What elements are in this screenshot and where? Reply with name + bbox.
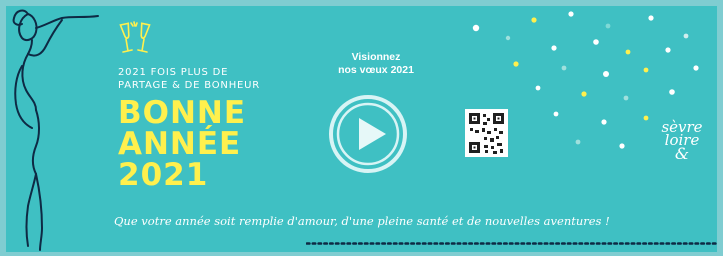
watch-label: Visionnez nos vœux 2021 — [311, 51, 441, 77]
logo-line-3: & — [674, 144, 690, 163]
headline-line-2: ANNÉE — [118, 126, 242, 162]
dotted-divider — [306, 242, 717, 245]
play-button[interactable] — [328, 94, 408, 174]
champagne-glasses-icon — [119, 21, 151, 53]
tagline-line-1: 2021 FOIS PLUS DE — [118, 67, 229, 78]
greeting-banner: 2021 FOIS PLUS DE PARTAGE & DE BONHEUR B… — [6, 6, 717, 252]
watch-label-line-2: nos vœux 2021 — [338, 64, 414, 76]
tagline-line-2: PARTAGE & DE BONHEUR — [118, 80, 261, 91]
tagline: 2021 FOIS PLUS DE PARTAGE & DE BONHEUR — [118, 66, 260, 92]
headline: BONNE ANNÉE 2021 — [118, 98, 246, 191]
lady-silhouette-icon — [12, 9, 99, 251]
banner-frame: 2021 FOIS PLUS DE PARTAGE & DE BONHEUR B… — [0, 0, 723, 256]
brand-logo: sèvre loire & — [656, 120, 708, 163]
watch-label-line-1: Visionnez — [351, 51, 401, 63]
play-icon — [359, 118, 386, 150]
new-year-wish: Que votre année soit remplie d'amour, d'… — [114, 214, 610, 228]
headline-line-3: 2021 — [118, 157, 209, 193]
headline-line-1: BONNE — [118, 95, 247, 131]
